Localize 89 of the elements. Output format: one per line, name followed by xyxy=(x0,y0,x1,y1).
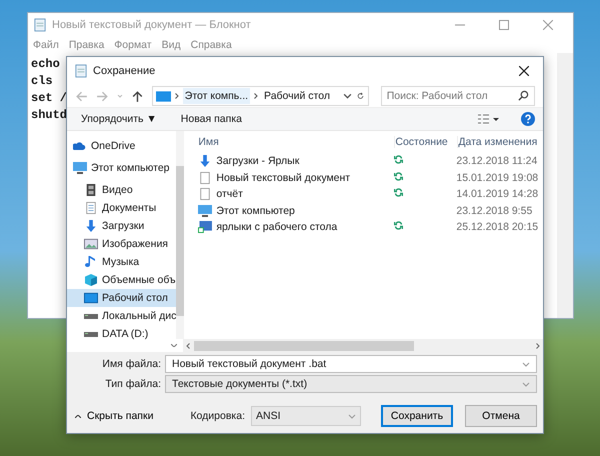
chevron-down-icon xyxy=(522,382,530,386)
nav-item[interactable]: Локальный дис xyxy=(67,307,176,325)
file-name[interactable]: Загрузки - Ярлык xyxy=(216,155,300,168)
download-arrow-icon xyxy=(84,220,98,232)
menu-item[interactable]: Вид xyxy=(162,39,181,51)
text-line: set / xyxy=(31,91,68,105)
hide-folders-button[interactable]: Скрыть папки xyxy=(73,408,156,424)
file-name-field[interactable]: Новый текстовый документ .bat xyxy=(165,355,537,373)
nav-item[interactable]: DATA (D:) xyxy=(67,325,176,343)
file-type-dropdown[interactable]: Текстовые документы (*.txt) xyxy=(165,375,537,393)
monitor-icon xyxy=(198,204,212,217)
cube-icon xyxy=(84,274,98,286)
document-icon xyxy=(84,202,98,214)
drive-icon xyxy=(84,332,98,336)
search-icon[interactable] xyxy=(518,90,529,101)
date-cell-text: 15.01.2019 19:08 xyxy=(456,172,540,184)
monitor-icon xyxy=(156,90,171,102)
film-icon xyxy=(84,184,98,196)
chevron-right-icon[interactable] xyxy=(536,342,540,348)
view-options-icon[interactable] xyxy=(477,113,499,125)
new-folder-button[interactable]: Новая папка xyxy=(174,110,248,128)
nav-item[interactable]: Загрузки xyxy=(67,217,176,235)
cancel-button[interactable]: Отмена xyxy=(465,405,537,427)
date-cell-text: 23.12.2018 11:24 xyxy=(456,155,538,168)
chevron-down-icon[interactable] xyxy=(171,344,177,347)
chevron-up-icon xyxy=(75,414,81,418)
notepad-icon xyxy=(34,18,46,32)
nav-item[interactable]: Этот компьютер xyxy=(67,159,176,177)
up-arrow-icon[interactable] xyxy=(130,90,144,102)
field-label: Тип файла: xyxy=(104,378,162,390)
breadcrumb[interactable]: Этот компь... xyxy=(182,88,250,104)
chevron-right-icon xyxy=(174,93,179,99)
drive-icon xyxy=(84,314,98,318)
shortcut-icon xyxy=(198,221,212,234)
notepad-icon xyxy=(75,64,87,78)
field-label: Имя файла: xyxy=(101,358,162,370)
chevron-left-icon[interactable] xyxy=(186,342,190,348)
monitor-icon xyxy=(84,292,98,304)
breadcrumb[interactable]: Рабочий стол xyxy=(262,88,332,104)
cloud-icon xyxy=(73,140,87,152)
column-header[interactable]: Дата изменения xyxy=(458,136,560,148)
picture-icon xyxy=(84,238,98,250)
chevron-right-icon xyxy=(254,93,258,99)
dialog-title: Сохранение xyxy=(93,65,156,77)
nav-item[interactable]: Видео xyxy=(67,181,176,199)
text-line: echo xyxy=(31,57,60,71)
file-name[interactable]: отчёт xyxy=(216,188,243,200)
nav-item[interactable]: Изображения xyxy=(67,235,176,253)
refresh-icon[interactable] xyxy=(356,92,365,100)
file-name[interactable]: Этот компьютер xyxy=(216,204,295,217)
chevron-down-icon xyxy=(348,414,356,418)
menu-item[interactable]: Правка xyxy=(68,39,104,51)
nav-item[interactable]: Документы xyxy=(67,199,176,217)
monitor-icon xyxy=(73,162,87,174)
search-field[interactable]: Поиск: Рабочий стол xyxy=(380,86,535,106)
column-header[interactable]: Состояние xyxy=(395,136,458,148)
field-label: Кодировка: xyxy=(190,410,245,422)
document-icon xyxy=(198,188,212,200)
menu-item[interactable]: Файл xyxy=(33,39,59,51)
download-arrow-icon xyxy=(198,155,212,168)
organize-button[interactable]: Упорядочить ▼ xyxy=(75,110,163,128)
chevron-down-icon[interactable] xyxy=(342,92,352,100)
window-title: Новый текстовый документ — Блокнот xyxy=(52,19,251,31)
address-bar[interactable]: Этот компь... Рабочий стол xyxy=(152,86,369,106)
help-icon[interactable] xyxy=(521,112,535,126)
date-cell-text: 14.01.2019 14:28 xyxy=(456,188,540,200)
scrollbar[interactable] xyxy=(183,339,543,352)
nav-item[interactable]: Музыка xyxy=(67,253,176,271)
nav-item[interactable]: Объемные объ xyxy=(67,271,176,289)
chevron-down-icon xyxy=(522,362,530,366)
date-cell-text: 25.12.2018 20:15 xyxy=(456,221,540,234)
scrollbar[interactable] xyxy=(557,53,573,318)
text-line: cls xyxy=(31,74,53,88)
nav-item[interactable]: Рабочий стол xyxy=(67,289,176,307)
document-icon xyxy=(198,172,212,184)
music-note-icon xyxy=(84,256,98,268)
file-name[interactable]: Новый текстовый документ xyxy=(216,172,350,184)
date-cell-text: 23.12.2018 9:55 xyxy=(456,204,534,217)
menu-item[interactable]: Справка xyxy=(190,39,232,51)
maximize-icon[interactable] xyxy=(499,20,509,30)
encoding-dropdown[interactable]: ANSI xyxy=(251,406,361,426)
file-name[interactable]: ярлыки с рабочего стола xyxy=(216,221,338,234)
save-button[interactable]: Сохранить xyxy=(381,405,453,427)
close-icon[interactable] xyxy=(519,66,529,76)
nav-item[interactable]: OneDrive xyxy=(67,137,176,155)
text-line: shutd xyxy=(31,108,68,122)
column-header[interactable]: Имя xyxy=(198,136,396,148)
scrollbar[interactable] xyxy=(176,131,184,339)
menu-item[interactable]: Формат xyxy=(114,39,152,51)
